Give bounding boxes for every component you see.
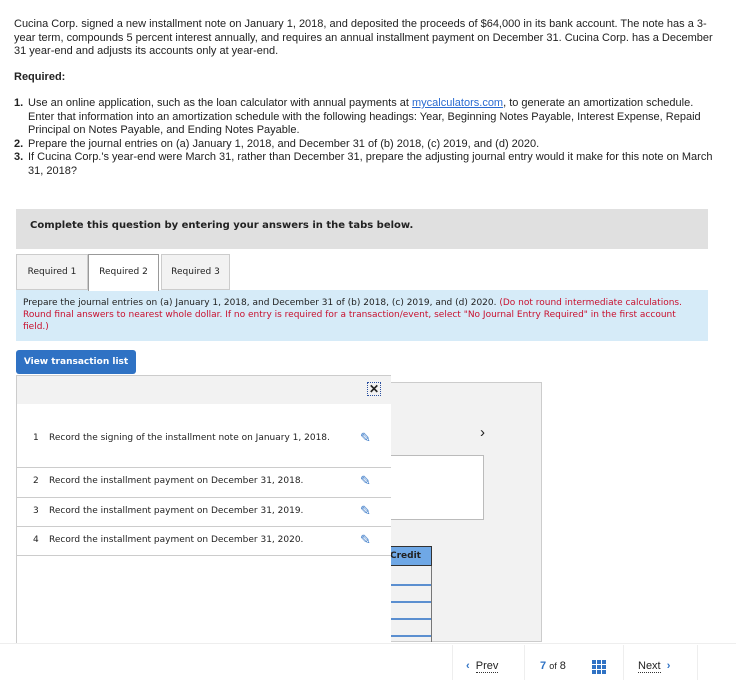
requirements-list: 1. Use an online application, such as the… [14, 97, 719, 178]
credit-column-header: Credit [390, 546, 432, 566]
transaction-list-popup: ✕ 1 Record the signing of the installment… [16, 375, 391, 643]
transaction-item[interactable]: 4 Record the installment payment on Decem… [17, 527, 391, 556]
pagination-bar [0, 643, 736, 680]
mycalculators-link[interactable]: mycalculators.com [412, 97, 503, 109]
requirement-1: 1. Use an online application, such as the… [14, 97, 701, 136]
view-transaction-list-button[interactable]: View transaction list [16, 350, 136, 374]
transaction-item[interactable]: 3 Record the installment payment on Decem… [17, 498, 391, 527]
credit-input[interactable] [390, 584, 432, 586]
page-indicator: 7 of 8 [540, 660, 566, 672]
instructions-banner: Complete this question by entering your … [16, 209, 708, 249]
chevron-right-icon: › [666, 660, 671, 672]
requirement-2: 2. Prepare the journal entries on (a) Jan… [14, 137, 540, 150]
requirement-3: 3. If Cucina Corp.'s year-end were March … [14, 151, 713, 177]
transaction-item[interactable]: 1 Record the signing of the installment n… [17, 432, 391, 468]
tab-required-2[interactable]: Required 2 [88, 254, 159, 291]
pencil-icon[interactable]: ✎ [360, 505, 371, 518]
prev-button[interactable]: ‹ Prev [466, 660, 499, 673]
divider [623, 645, 624, 680]
tab-required-1[interactable]: Required 1 [16, 254, 88, 290]
popup-header: ✕ [17, 376, 391, 404]
credit-input[interactable] [390, 601, 432, 603]
tab-instructions: Prepare the journal entries on (a) Janua… [16, 290, 708, 341]
problem-intro: Cucina Corp. signed a new installment no… [14, 18, 713, 57]
grid-icon[interactable] [592, 660, 606, 674]
divider [452, 645, 453, 680]
chevron-right-icon[interactable]: › [480, 424, 485, 441]
pencil-icon[interactable]: ✎ [360, 475, 371, 488]
close-icon[interactable]: ✕ [367, 382, 381, 396]
divider [697, 645, 698, 680]
next-button[interactable]: Next › [638, 660, 671, 673]
chevron-left-icon: ‹ [466, 660, 470, 672]
column-divider [431, 566, 432, 642]
required-heading: Required: [14, 71, 66, 83]
credit-input[interactable] [390, 635, 432, 637]
credit-input[interactable] [390, 618, 432, 620]
pencil-icon[interactable]: ✎ [360, 534, 371, 547]
transaction-item[interactable]: 2 Record the installment payment on Decem… [17, 468, 391, 498]
tab-required-3[interactable]: Required 3 [161, 254, 230, 290]
pencil-icon[interactable]: ✎ [360, 432, 371, 445]
journal-description-box [390, 455, 484, 520]
divider [524, 645, 525, 680]
